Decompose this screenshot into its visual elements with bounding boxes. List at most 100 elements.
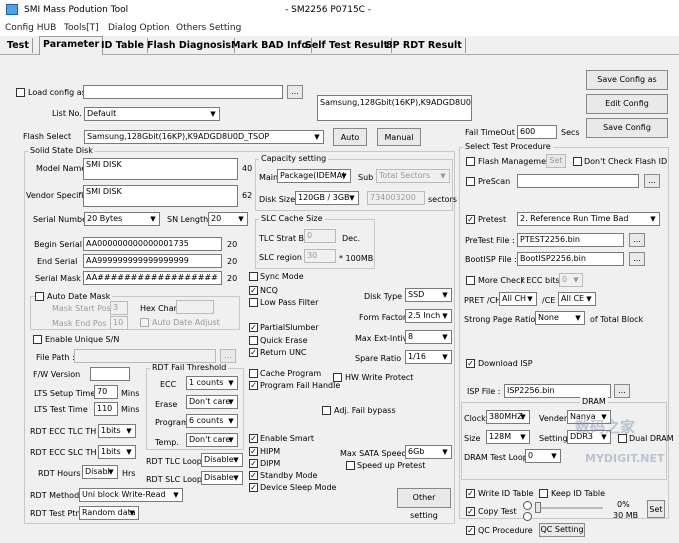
- tab-self-test-result[interactable]: Self Test Result: [302, 38, 393, 53]
- menu-config-hub[interactable]: Config HUB: [5, 23, 56, 33]
- prescan-file-input[interactable]: [517, 174, 639, 188]
- copy-test-set-button[interactable]: Set: [647, 500, 665, 518]
- prescan-browse-button[interactable]: ...: [644, 174, 660, 188]
- isp-file-input[interactable]: ISP2256.bin: [504, 384, 611, 398]
- ecc-bits-select[interactable]: 0 ▼: [559, 273, 583, 287]
- sectors-input[interactable]: 734003200: [367, 191, 425, 205]
- dipm-checkbox[interactable]: ✓: [249, 459, 258, 468]
- other-setting-button[interactable]: Other setting: [397, 488, 451, 520]
- enable-smart-checkbox[interactable]: ✓: [249, 434, 258, 443]
- tab-test[interactable]: Test: [4, 38, 33, 53]
- program-threshold-select[interactable]: 6 counts ▼: [186, 414, 238, 428]
- rdt-test-ptn-select[interactable]: Random data ▼: [79, 506, 139, 520]
- temp-threshold-select[interactable]: Don't care ▼: [186, 433, 238, 447]
- load-config-path[interactable]: [83, 85, 283, 99]
- pretest-file-input[interactable]: PTEST2256.bin: [517, 233, 624, 247]
- capacity-main-select[interactable]: Package(IDEMA) ▼: [277, 169, 351, 183]
- pretest-checkbox[interactable]: ✓: [466, 215, 475, 224]
- model-name-input[interactable]: SMI DISK: [83, 158, 238, 180]
- write-id-table-checkbox[interactable]: ✓: [466, 489, 475, 498]
- dram-size-select[interactable]: 128M ▼: [486, 430, 530, 444]
- device-sleep-mode-checkbox[interactable]: ✓: [249, 483, 258, 492]
- vendor-specific-input[interactable]: SMI DISK: [83, 185, 238, 207]
- edit-config-button[interactable]: Edit Config: [586, 94, 668, 114]
- hex-char-input[interactable]: [176, 300, 214, 314]
- auto-date-adjust-checkbox[interactable]: [140, 318, 149, 327]
- capacity-sub-select[interactable]: Total Sectors ▼: [376, 169, 450, 183]
- dont-check-flash-id-checkbox[interactable]: [573, 157, 582, 166]
- erase-threshold-select[interactable]: Don't care ▼: [186, 395, 238, 409]
- pret-ch-select[interactable]: All CH ▼: [499, 292, 537, 306]
- disk-type-select[interactable]: SSD ▼: [405, 288, 452, 302]
- low-pass-filter-checkbox[interactable]: [249, 298, 258, 307]
- mask-end-pos-input[interactable]: 10: [110, 316, 128, 330]
- manual-button[interactable]: Manual: [377, 128, 421, 146]
- copy-test-radio-1[interactable]: [523, 501, 532, 510]
- menu-dialog-option[interactable]: Dialog Option: [108, 23, 170, 33]
- ncq-checkbox[interactable]: ✓: [249, 286, 258, 295]
- quick-erase-checkbox[interactable]: [249, 336, 258, 345]
- more-check-checkbox[interactable]: [466, 276, 475, 285]
- max-ext-intv-select[interactable]: 8 ▼: [405, 330, 452, 344]
- hw-write-protect-checkbox[interactable]: [333, 373, 342, 382]
- download-isp-checkbox[interactable]: ✓: [466, 359, 475, 368]
- fw-version-input[interactable]: [90, 367, 130, 381]
- standby-mode-checkbox[interactable]: ✓: [249, 471, 258, 480]
- partial-slumber-checkbox[interactable]: ✓: [249, 323, 258, 332]
- strong-page-ratio-select[interactable]: None ▼: [535, 311, 585, 325]
- mask-start-pos-input[interactable]: 3: [110, 301, 128, 315]
- disk-size-select[interactable]: 120GB / 3GB ▼: [295, 191, 359, 205]
- rdt-hours-select[interactable]: Disabl ▼: [82, 465, 118, 479]
- qc-setting-button[interactable]: QC Setting: [539, 523, 585, 537]
- cache-program-checkbox[interactable]: [249, 369, 258, 378]
- tab-id-table[interactable]: ID Table: [98, 38, 148, 53]
- fail-timeout-input[interactable]: 600: [517, 125, 557, 139]
- program-fail-handle-checkbox[interactable]: ✓: [249, 381, 258, 390]
- bootisp-file-input[interactable]: BootISP2256.bin: [517, 252, 624, 266]
- form-factor-select[interactable]: 2.5 Inch ▼: [405, 309, 452, 323]
- serial-mask-input[interactable]: AA##################: [83, 271, 222, 285]
- tab-mark-bad-info[interactable]: Mark BAD Info: [228, 38, 312, 53]
- menu-tools[interactable]: Tools[T]: [64, 23, 99, 33]
- dram-clock-select[interactable]: 380MHZ ▼: [486, 410, 530, 424]
- load-config-checkbox[interactable]: [16, 88, 25, 97]
- rdt-method-select[interactable]: Uni block Write-Read ▼: [79, 488, 183, 502]
- save-config-as-button[interactable]: Save Config as: [586, 70, 668, 90]
- save-config-button[interactable]: Save Config: [586, 118, 668, 138]
- hipm-checkbox[interactable]: ✓: [249, 447, 258, 456]
- lts-setup-time-input[interactable]: 70: [94, 385, 118, 399]
- ecc-threshold-select[interactable]: 1 counts ▼: [186, 376, 238, 390]
- spare-ratio-select[interactable]: 1/16 ▼: [405, 350, 452, 364]
- tab-parameter[interactable]: Parameter: [39, 36, 104, 55]
- copy-test-radio-2[interactable]: [523, 512, 532, 521]
- pretest-file-browse-button[interactable]: ...: [629, 233, 645, 247]
- auto-date-mask-checkbox[interactable]: [35, 292, 44, 301]
- end-serial-input[interactable]: AA999999999999999999: [83, 254, 222, 268]
- load-config-browse-button[interactable]: ...: [287, 85, 303, 99]
- sync-mode-checkbox[interactable]: [249, 272, 258, 281]
- lts-test-time-input[interactable]: 110: [94, 402, 118, 416]
- tlc-strat-bk-input[interactable]: 0: [304, 229, 336, 243]
- rdt-ecc-slc-select[interactable]: 1bits ▼: [98, 445, 136, 459]
- flash-select-dropdown[interactable]: Samsung,128Gbit(16KP),K9ADGD8U0D_TSOP ▼: [84, 130, 324, 144]
- rdt-tlc-loops-select[interactable]: Disable ▼: [201, 453, 243, 467]
- menu-others-setting[interactable]: Others Setting: [176, 23, 241, 33]
- qc-procedure-checkbox[interactable]: ✓: [466, 526, 475, 535]
- dram-test-loop-select[interactable]: 0 ▼: [525, 449, 561, 463]
- copy-test-checkbox[interactable]: ✓: [466, 507, 475, 516]
- rdt-ecc-tlc-select[interactable]: 1bits ▼: [98, 424, 136, 438]
- max-sata-speed-select[interactable]: 6Gb ▼: [405, 445, 452, 459]
- adj-fail-bypass-checkbox[interactable]: [322, 406, 331, 415]
- prescan-checkbox[interactable]: [466, 177, 475, 186]
- serial-number-select[interactable]: 20 Bytes ▼: [84, 212, 160, 226]
- file-path-input[interactable]: [74, 349, 216, 363]
- pretest-mode-select[interactable]: 2. Reference Run Time Bad ▼: [517, 212, 660, 226]
- flash-management-set-button[interactable]: Set: [546, 154, 566, 168]
- list-no-select[interactable]: Default ▼: [84, 107, 220, 121]
- speed-up-pretest-checkbox[interactable]: [346, 461, 355, 470]
- file-path-browse-button[interactable]: ...: [220, 349, 236, 363]
- tab-flash-diagnosis[interactable]: Flash Diagnosis: [144, 38, 236, 53]
- flash-management-checkbox[interactable]: [466, 157, 475, 166]
- rdt-slc-loops-select[interactable]: Disable ▼: [201, 471, 243, 485]
- isp-file-browse-button[interactable]: ...: [614, 384, 630, 398]
